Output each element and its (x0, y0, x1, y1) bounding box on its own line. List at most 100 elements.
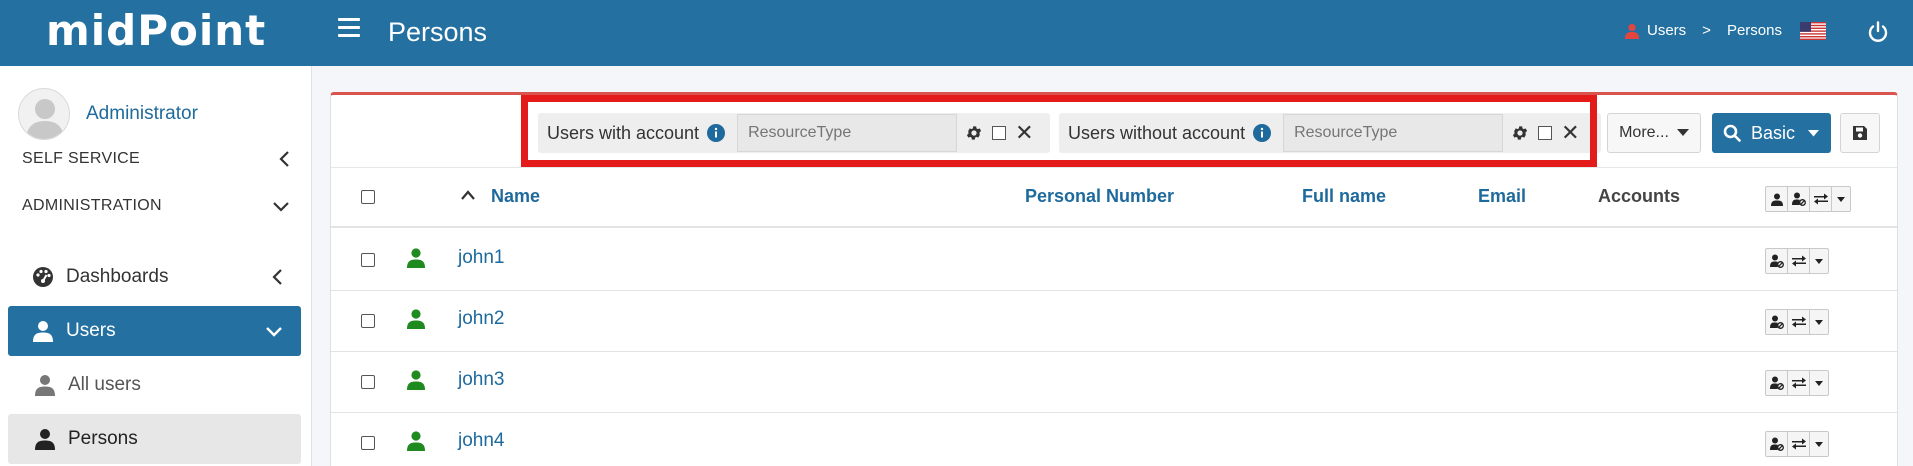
caret-down-icon (1815, 319, 1823, 325)
avatar (18, 88, 70, 140)
basic-label: Basic (1751, 122, 1796, 143)
sidebar: Administrator SELF SERVICE ADMINISTRATIO… (0, 66, 312, 466)
chevron-left-icon (272, 269, 282, 285)
chevron-down-icon (273, 202, 289, 212)
user-unlink-button[interactable] (1766, 371, 1788, 395)
row-actions (1765, 309, 1829, 335)
user-disabled-icon (1769, 437, 1784, 451)
user-icon (407, 248, 425, 268)
select-all-checkbox[interactable] (361, 190, 375, 204)
exchange-icon (1791, 255, 1806, 267)
sidebar-item-all-users[interactable]: All users (8, 360, 301, 410)
sync-button[interactable] (1788, 249, 1810, 273)
user-icon (35, 429, 55, 450)
profile-name[interactable]: Administrator (86, 103, 198, 125)
sidebar-item-dashboards[interactable]: Dashboards (8, 252, 301, 302)
power-icon[interactable] (1866, 20, 1890, 44)
users-table-panel: Users with account ✕ Users without accou… (330, 92, 1898, 466)
column-full-name[interactable]: Full name (1302, 186, 1386, 207)
breadcrumb: Users > Persons (1625, 22, 1782, 39)
breadcrumb-separator: > (1702, 22, 1711, 39)
sync-button[interactable] (1810, 187, 1832, 211)
user-name-link[interactable]: john4 (458, 430, 505, 452)
row-actions (1765, 248, 1829, 274)
user-icon (407, 309, 425, 329)
table-row: john1 (331, 230, 1897, 291)
user-icon (35, 375, 55, 396)
user-unlink-button[interactable] (1788, 187, 1810, 211)
sidebar-section-self-service[interactable]: SELF SERVICE (0, 136, 312, 182)
header-actions-dropdown[interactable] (1832, 187, 1850, 211)
section-label: SELF SERVICE (22, 150, 141, 167)
menu-toggle-icon[interactable] (338, 18, 360, 38)
user-profile: Administrator (18, 88, 198, 140)
table-row: john4 (331, 413, 1897, 466)
exchange-icon (1791, 316, 1806, 328)
basic-search-button[interactable]: Basic (1712, 113, 1831, 153)
breadcrumb-users[interactable]: Users (1647, 22, 1686, 39)
dashboard-icon (33, 267, 53, 287)
us-flag-icon[interactable] (1800, 22, 1826, 40)
exchange-icon (1791, 438, 1806, 450)
highlight-box (521, 95, 1597, 167)
exchange-icon (1791, 377, 1806, 389)
user-unlink-button[interactable] (1766, 249, 1788, 273)
user-name-link[interactable]: john2 (458, 308, 505, 330)
caret-down-icon (1815, 380, 1823, 386)
column-personal-number[interactable]: Personal Number (1025, 186, 1174, 207)
more-button[interactable]: More... (1607, 113, 1701, 153)
user-disabled-icon (1769, 376, 1784, 390)
row-checkbox[interactable] (361, 314, 375, 328)
sidebar-section-administration[interactable]: ADMINISTRATION (0, 183, 312, 229)
user-disabled-icon (1769, 254, 1784, 268)
caret-down-icon (1815, 441, 1823, 447)
row-actions-dropdown[interactable] (1810, 432, 1828, 456)
sync-button[interactable] (1788, 310, 1810, 334)
page-title: Persons (388, 17, 488, 47)
row-actions-dropdown[interactable] (1810, 371, 1828, 395)
caret-down-icon (1837, 196, 1845, 202)
table-row: john2 (331, 291, 1897, 352)
table-row: john3 (331, 352, 1897, 413)
breadcrumb-persons: Persons (1726, 22, 1782, 39)
sidebar-item-label: Users (66, 320, 116, 341)
search-bar: Users with account ✕ Users without accou… (331, 95, 1897, 168)
caret-down-icon[interactable] (1808, 129, 1819, 137)
user-icon (407, 370, 425, 390)
header-actions (1765, 186, 1851, 212)
user-name-link[interactable]: john1 (458, 247, 505, 269)
save-icon (1853, 126, 1867, 140)
save-search-button[interactable] (1840, 113, 1880, 153)
chevron-down-icon (266, 327, 282, 337)
row-actions-dropdown[interactable] (1810, 310, 1828, 334)
column-name[interactable]: Name (491, 186, 540, 207)
row-actions-dropdown[interactable] (1810, 249, 1828, 273)
user-unlink-button[interactable] (1766, 432, 1788, 456)
exchange-icon (1813, 193, 1828, 205)
row-checkbox[interactable] (361, 253, 375, 267)
sidebar-item-label: Dashboards (66, 266, 169, 287)
row-actions (1765, 431, 1829, 457)
top-header: midPoint Persons Users > Persons (0, 0, 1913, 66)
midpoint-logo[interactable]: midPoint (46, 6, 266, 55)
row-actions (1765, 370, 1829, 396)
sidebar-item-users[interactable]: Users (8, 306, 301, 356)
sync-button[interactable] (1788, 371, 1810, 395)
sidebar-item-persons[interactable]: Persons (8, 414, 301, 464)
user-disabled-icon (1769, 315, 1784, 329)
table-header: Name Personal Number Full name Email Acc… (331, 168, 1897, 228)
sidebar-item-label: Persons (68, 428, 138, 449)
row-checkbox[interactable] (361, 375, 375, 389)
section-label: ADMINISTRATION (22, 197, 162, 214)
user-disabled-icon (1791, 192, 1806, 206)
user-name-link[interactable]: john3 (458, 369, 505, 391)
sync-button[interactable] (1788, 432, 1810, 456)
user-icon (407, 431, 425, 451)
caret-down-icon (1676, 129, 1689, 136)
column-email[interactable]: Email (1478, 186, 1526, 207)
user-unlink-button[interactable] (1766, 310, 1788, 334)
user-icon (1625, 23, 1639, 39)
add-user-button[interactable] (1766, 187, 1788, 211)
sort-ascending-icon[interactable] (460, 190, 476, 200)
row-checkbox[interactable] (361, 436, 375, 450)
